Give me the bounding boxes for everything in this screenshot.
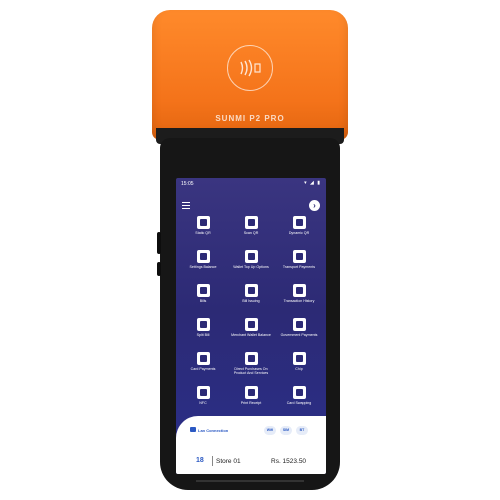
sim-pill[interactable]: SIM bbox=[280, 426, 292, 435]
hamburger-icon[interactable] bbox=[182, 202, 190, 209]
tile-print-receipt[interactable]: Print Receipt bbox=[228, 386, 274, 420]
printer-icon bbox=[244, 386, 258, 399]
next-button[interactable]: › bbox=[309, 200, 320, 211]
screen: 15:05 ▾ ◢ ▮ › Static QR Scan QR Dynamic … bbox=[176, 178, 326, 474]
wifi-pill[interactable]: Wifi bbox=[264, 426, 276, 435]
tile-government-payments[interactable]: Government Payments bbox=[276, 318, 322, 352]
transaction-count: 18 bbox=[196, 457, 204, 464]
tile-dynamic-qr[interactable]: Dynamic QR bbox=[276, 216, 322, 250]
contactless-icon bbox=[227, 45, 273, 91]
tile-wallet-top-up[interactable]: Wallet Top Up Options bbox=[228, 250, 274, 284]
scan-icon bbox=[244, 216, 258, 229]
card-swipe-icon bbox=[292, 386, 306, 399]
qr-icon bbox=[292, 216, 306, 229]
tile-card-payments[interactable]: Card Payments bbox=[180, 352, 226, 386]
side-button[interactable] bbox=[157, 262, 161, 276]
lan-icon bbox=[190, 427, 196, 432]
amount-total: Rs. 1523.50 bbox=[271, 458, 307, 465]
balance-icon bbox=[196, 250, 210, 263]
divider bbox=[212, 456, 213, 466]
bill-icon bbox=[196, 284, 210, 297]
status-indicators: ▾ ◢ ▮ bbox=[304, 180, 321, 186]
tile-settings-balance[interactable]: Settings Balance bbox=[180, 250, 226, 284]
footer-bar: 18 Store 01 Rs. 1523.50 bbox=[176, 452, 326, 474]
government-icon bbox=[292, 318, 306, 331]
card-icon bbox=[196, 352, 210, 365]
cart-icon bbox=[244, 352, 258, 365]
tile-direct-purchases[interactable]: Direct Purchases On Product And Services bbox=[228, 352, 274, 386]
chip-icon bbox=[292, 352, 306, 365]
bottom-edge bbox=[196, 480, 304, 482]
tile-nfc[interactable]: NFC bbox=[180, 386, 226, 420]
receipt-icon bbox=[244, 284, 258, 297]
brand-label: SUNMI P2 PRO bbox=[215, 114, 285, 123]
tile-chip[interactable]: Chip bbox=[276, 352, 322, 386]
connection-label: Lan Connection bbox=[198, 428, 229, 433]
store-icon bbox=[244, 318, 258, 331]
tile-transport-payments[interactable]: Transport Payments bbox=[276, 250, 322, 284]
nfc-icon bbox=[196, 386, 210, 399]
connection-card: Lan Connection Wifi SIM BT 18 Store 01 R… bbox=[176, 416, 326, 474]
tile-card-swapping[interactable]: Card Swapping bbox=[276, 386, 322, 420]
tile-split-bill[interactable]: Split Bill bbox=[180, 318, 226, 352]
bt-pill[interactable]: BT bbox=[296, 426, 308, 435]
history-icon bbox=[292, 284, 306, 297]
bus-icon bbox=[292, 250, 306, 263]
printer-head: SUNMI P2 PRO bbox=[152, 10, 348, 140]
status-bar: 15:05 ▾ ◢ ▮ bbox=[176, 178, 326, 190]
side-button[interactable] bbox=[157, 232, 161, 254]
tile-transaction-history[interactable]: Transaction History bbox=[276, 284, 322, 318]
store-name: Store 01 bbox=[216, 458, 241, 465]
tile-merchant-wallet-balance[interactable]: Merchant Wallet Balance bbox=[228, 318, 274, 352]
tile-bill-issuing[interactable]: Bill Issuing bbox=[228, 284, 274, 318]
tile-scan-qr[interactable]: Scan QR bbox=[228, 216, 274, 250]
wallet-icon bbox=[244, 250, 258, 263]
split-icon bbox=[196, 318, 210, 331]
tile-bills[interactable]: Bills bbox=[180, 284, 226, 318]
clock: 15:05 bbox=[181, 181, 194, 187]
qr-icon bbox=[196, 216, 210, 229]
tile-static-qr[interactable]: Static QR bbox=[180, 216, 226, 250]
